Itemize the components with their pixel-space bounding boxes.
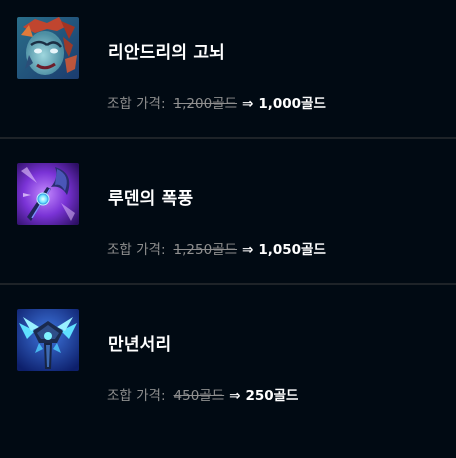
new-price: 1,050골드 xyxy=(258,242,326,258)
old-price: 450골드 xyxy=(173,388,225,404)
arrow-icon: ⇒ xyxy=(229,388,241,404)
item-name: 만년서리 xyxy=(108,335,172,355)
item-name: 루덴의 폭풍 xyxy=(108,189,194,209)
new-price: 1,000골드 xyxy=(258,96,326,112)
divider xyxy=(0,137,456,139)
price-line: 조합 가격: 450골드 ⇒ 250골드 xyxy=(107,384,298,404)
divider xyxy=(0,283,456,285)
ludens-tempest-icon xyxy=(17,163,79,225)
price-label: 조합 가격: xyxy=(107,388,166,404)
everfrost-icon xyxy=(17,309,79,371)
old-price: 1,200골드 xyxy=(173,96,238,112)
item-entry-ludens: 루덴의 폭풍 조합 가격: 1,250골드 ⇒ 1,050골드 xyxy=(0,146,456,292)
liandrys-anguish-icon xyxy=(17,17,79,79)
item-name: 리안드리의 고뇌 xyxy=(108,43,225,63)
old-price: 1,250골드 xyxy=(173,242,238,258)
new-price: 250골드 xyxy=(245,388,299,404)
price-label: 조합 가격: xyxy=(107,242,166,258)
item-entry-everfrost: 만년서리 조합 가격: 450골드 ⇒ 250골드 xyxy=(0,292,456,438)
price-line: 조합 가격: 1,250골드 ⇒ 1,050골드 xyxy=(107,238,326,258)
item-entry-liandrys: 리안드리의 고뇌 조합 가격: 1,200골드 ⇒ 1,000골드 xyxy=(0,0,456,146)
price-line: 조합 가격: 1,200골드 ⇒ 1,000골드 xyxy=(107,92,326,112)
arrow-icon: ⇒ xyxy=(242,242,254,258)
arrow-icon: ⇒ xyxy=(242,96,254,112)
price-label: 조합 가격: xyxy=(107,96,166,112)
